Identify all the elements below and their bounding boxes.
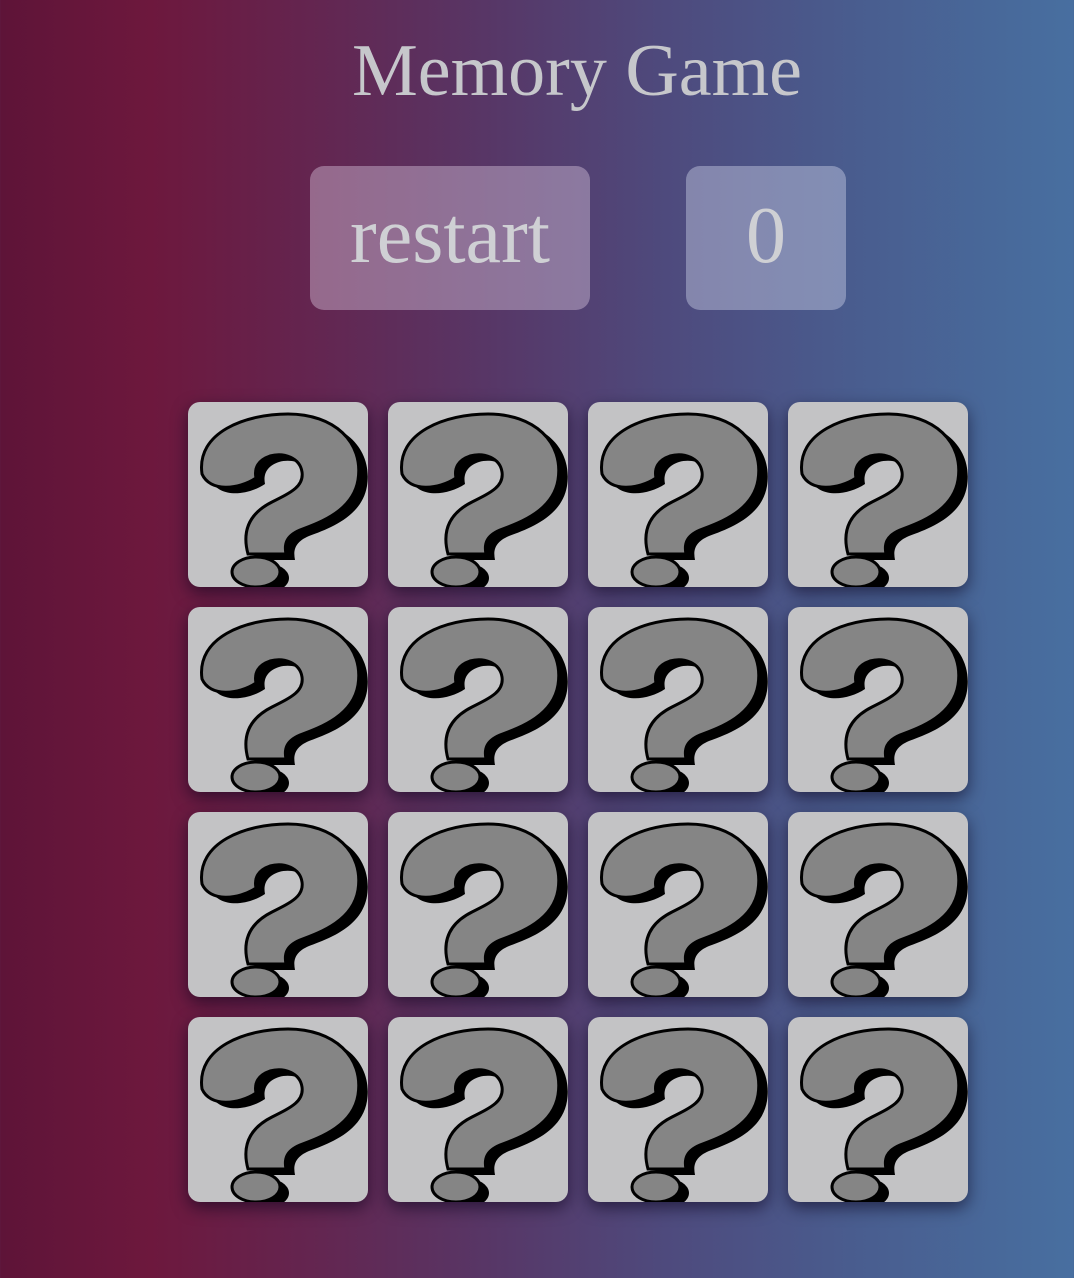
question-mark-icon: [200, 412, 368, 587]
question-mark-icon: [200, 1027, 368, 1202]
question-mark-icon: [600, 412, 768, 587]
memory-card[interactable]: [588, 402, 768, 587]
memory-card[interactable]: [788, 1017, 968, 1202]
memory-card[interactable]: [188, 1017, 368, 1202]
memory-card[interactable]: [188, 812, 368, 997]
memory-card[interactable]: [788, 812, 968, 997]
question-mark-icon: [800, 412, 968, 587]
question-mark-icon: [400, 617, 568, 792]
memory-card[interactable]: [788, 402, 968, 587]
memory-card[interactable]: [388, 607, 568, 792]
restart-button[interactable]: restart: [310, 166, 590, 310]
memory-card[interactable]: [388, 812, 568, 997]
page-title: Memory Game: [351, 30, 803, 112]
memory-card[interactable]: [388, 1017, 568, 1202]
question-mark-icon: [200, 822, 368, 997]
memory-card[interactable]: [188, 402, 368, 587]
question-mark-icon: [600, 617, 768, 792]
question-mark-icon: [600, 822, 768, 997]
question-mark-icon: [400, 412, 568, 587]
question-mark-icon: [800, 1027, 968, 1202]
card-grid: [188, 402, 968, 1202]
memory-card[interactable]: [588, 607, 768, 792]
question-mark-icon: [800, 822, 968, 997]
question-mark-icon: [400, 1027, 568, 1202]
memory-card[interactable]: [188, 607, 368, 792]
question-mark-icon: [800, 617, 968, 792]
memory-card[interactable]: [588, 1017, 768, 1202]
memory-card[interactable]: [388, 402, 568, 587]
question-mark-icon: [200, 617, 368, 792]
memory-card[interactable]: [788, 607, 968, 792]
question-mark-icon: [400, 822, 568, 997]
game-controls: restart 0: [0, 166, 1074, 310]
question-mark-icon: [600, 1027, 768, 1202]
memory-card[interactable]: [588, 812, 768, 997]
move-counter: 0: [686, 166, 846, 310]
